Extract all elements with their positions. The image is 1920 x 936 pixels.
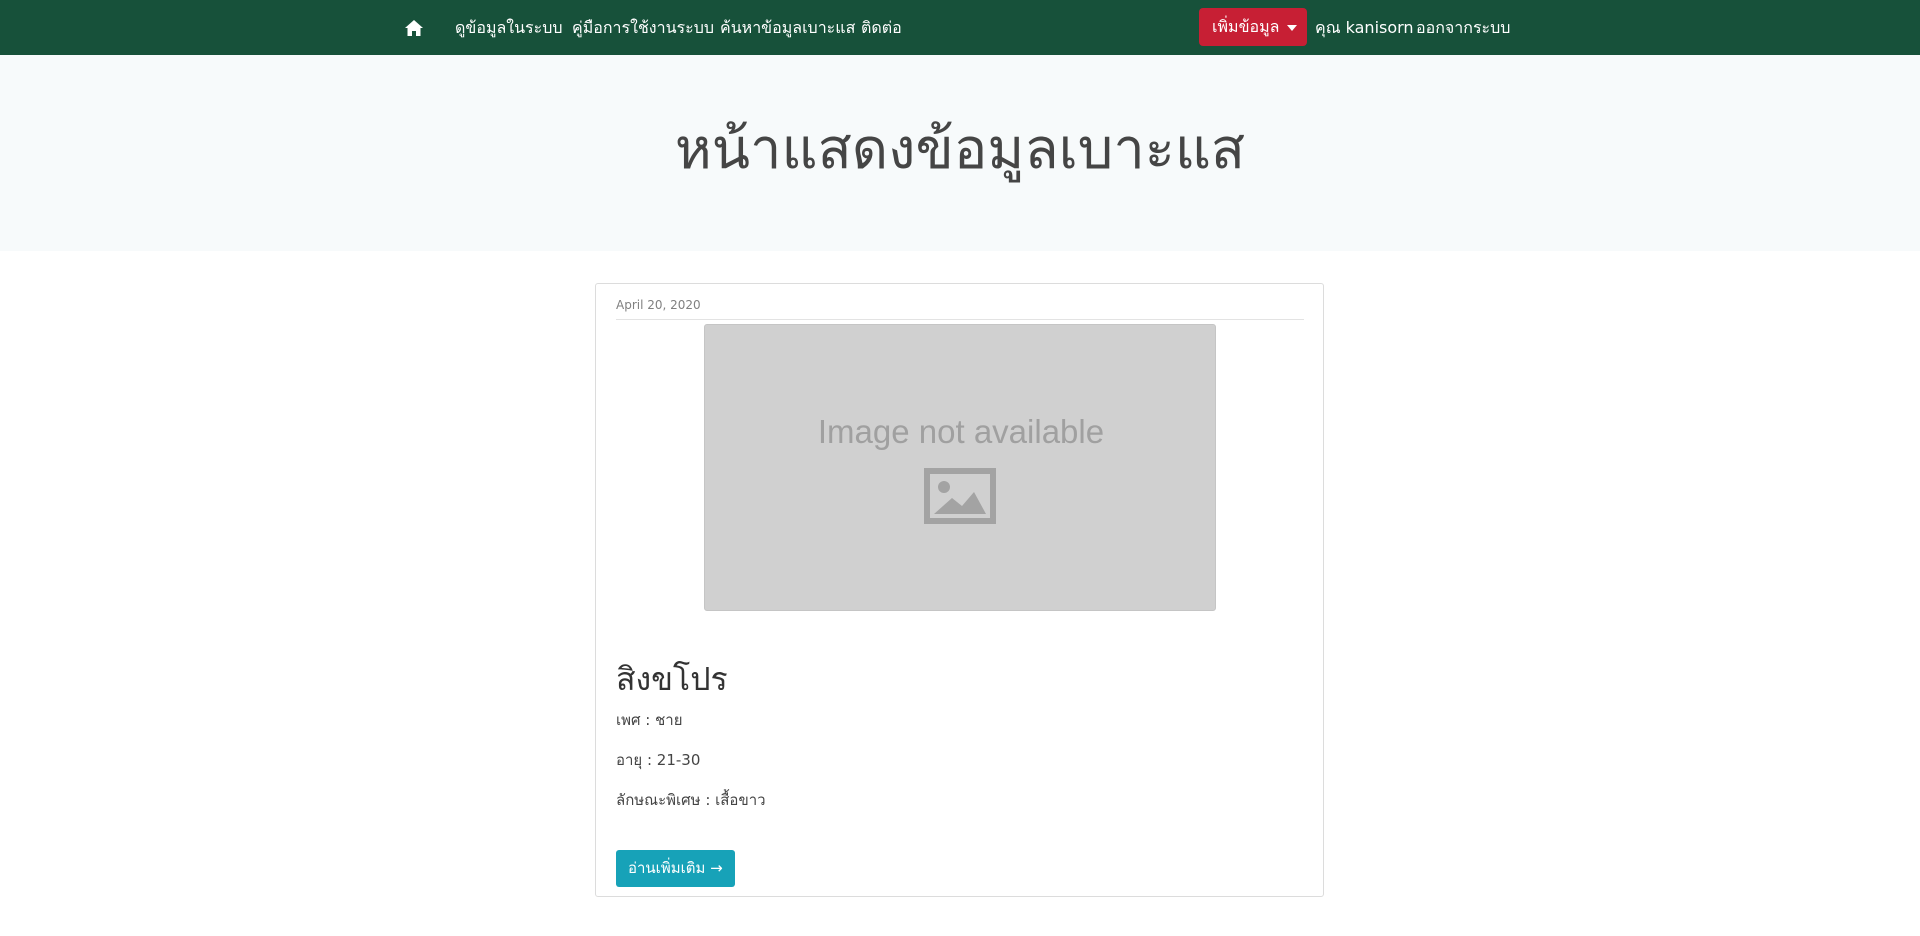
read-more-button[interactable]: อ่านเพิ่มเติม →: [616, 850, 735, 887]
nav-link-search-clues[interactable]: ค้นหาข้อมูลเบาะแส: [720, 0, 855, 55]
divider: [616, 319, 1304, 320]
page-header: หน้าแสดงข้อมูลเบาะแส: [0, 55, 1920, 251]
nav-link-contact[interactable]: ติดต่อ: [861, 0, 902, 55]
image-placeholder-text: Image not available: [817, 413, 1105, 450]
user-name-link[interactable]: คุณ kanisorn: [1315, 0, 1414, 55]
features-text: ลักษณะพิเศษ : เสื้อขาว: [616, 791, 766, 809]
image-icon: [924, 468, 996, 524]
gender-text: เพศ : ชาย: [616, 711, 683, 729]
nav-link-view-data[interactable]: ดูข้อมูลในระบบ: [455, 0, 563, 55]
age-text: อายุ : 21-30: [616, 751, 701, 769]
caret-down-icon: [1287, 25, 1297, 31]
logout-link[interactable]: ออกจากระบบ: [1416, 0, 1510, 55]
clue-card: April 20, 2020 Image not available สิงขโ…: [595, 283, 1324, 897]
nav-link-user-manual[interactable]: คู่มือการใช้งานระบบ: [572, 0, 714, 55]
post-date: April 20, 2020: [616, 298, 701, 312]
image-placeholder: Image not available: [704, 324, 1216, 611]
add-data-label: เพิ่มข้อมูล: [1212, 17, 1280, 36]
page-title: หน้าแสดงข้อมูลเบาะแส: [674, 117, 1246, 182]
add-data-dropdown-button[interactable]: เพิ่มข้อมูล: [1199, 8, 1307, 46]
home-icon[interactable]: [404, 18, 424, 38]
person-name: สิงขโปร: [616, 660, 728, 698]
top-navbar: ดูข้อมูลในระบบ คู่มือการใช้งานระบบ ค้นหา…: [0, 0, 1920, 55]
